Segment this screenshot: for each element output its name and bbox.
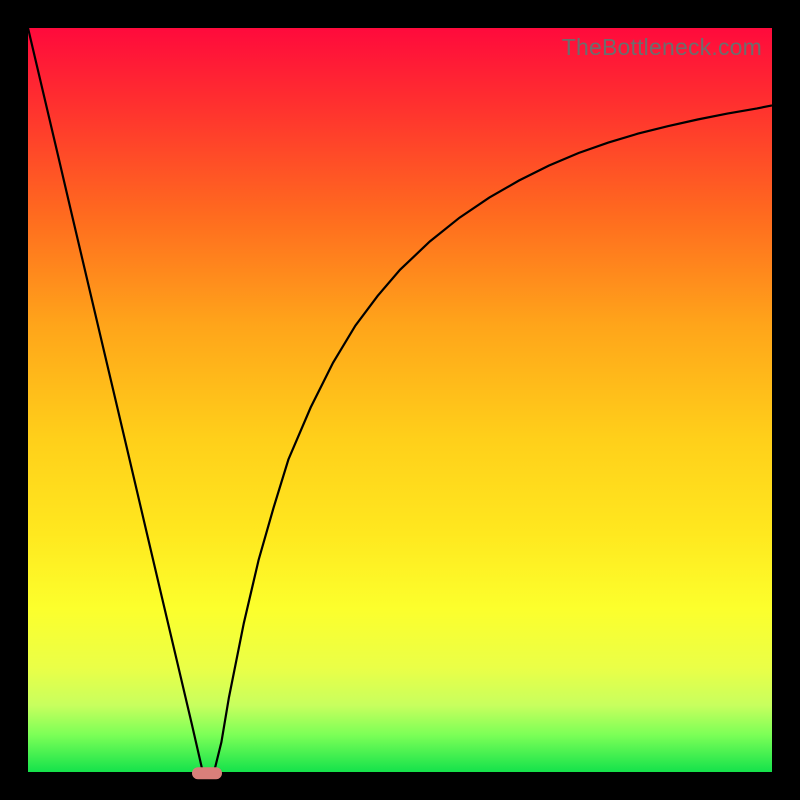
bottleneck-curve (28, 28, 772, 772)
chart-frame: TheBottleneck.com (0, 0, 800, 800)
curve-path (28, 28, 772, 772)
min-marker (192, 767, 222, 779)
plot-area: TheBottleneck.com (28, 28, 772, 772)
